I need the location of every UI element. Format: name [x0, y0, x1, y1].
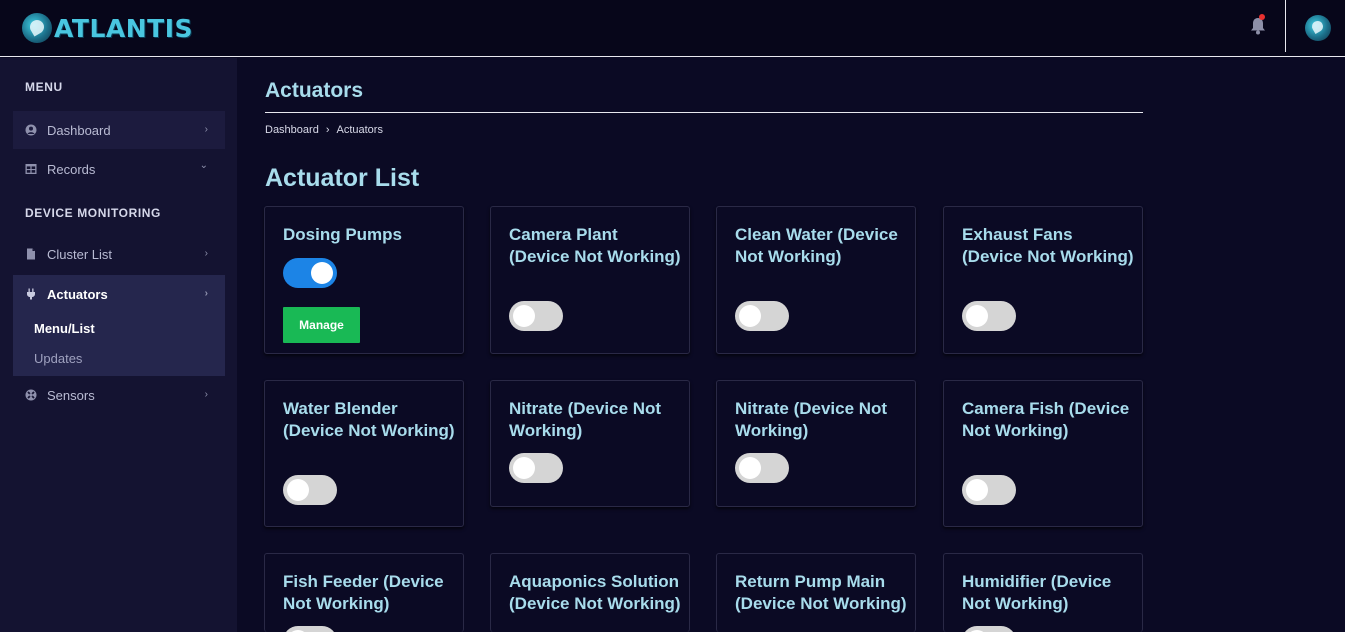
- actuator-title: Camera Fish (Device Not Working): [962, 399, 1130, 440]
- actuator-card-water-blender: Water Blender (Device Not Working): [264, 380, 464, 527]
- actuator-toggle[interactable]: [283, 258, 337, 288]
- actuator-card-humidifier: Humidifier (Device Not Working): [943, 553, 1143, 632]
- actuator-toggle[interactable]: [509, 453, 563, 483]
- sidebar-item-label: Sensors: [47, 387, 95, 403]
- page-title: Actuators: [265, 79, 364, 102]
- actuator-toggle[interactable]: [735, 453, 789, 483]
- sidebar-item-label: Actuators: [47, 286, 108, 302]
- user-avatar[interactable]: [1305, 15, 1331, 41]
- manage-button[interactable]: Manage: [283, 307, 360, 343]
- actuator-card-aquaponics-solution: Aquaponics Solution (Device Not Working): [490, 553, 690, 632]
- notification-dot: [1259, 14, 1265, 20]
- actuator-title: Aquaponics Solution (Device Not Working): [509, 572, 681, 613]
- breadcrumb-link-dashboard[interactable]: Dashboard: [265, 124, 319, 136]
- sidebar-item-label: Records: [47, 161, 96, 177]
- breadcrumb-current: Actuators: [336, 124, 383, 136]
- actuator-card-return-pump-main: Return Pump Main (Device Not Working): [716, 553, 916, 632]
- actuator-title: Nitrate (Device Not Working): [735, 399, 888, 440]
- actuator-toggle[interactable]: [509, 301, 563, 331]
- sensor-icon: [25, 389, 37, 401]
- actuator-title: Water Blender (Device Not Working): [283, 399, 455, 440]
- brand-name: ATLANTIS: [54, 13, 194, 43]
- actuator-toggle[interactable]: [962, 475, 1016, 505]
- chevron-right-icon: ›: [204, 248, 208, 259]
- breadcrumb-separator-icon: ›: [325, 124, 330, 136]
- actuator-card-clean-water: Clean Water (Device Not Working): [716, 206, 916, 354]
- user-circle-icon: [25, 124, 37, 136]
- actuator-card-exhaust-fans: Exhaust Fans (Device Not Working): [943, 206, 1143, 354]
- submenu-item-menu-list[interactable]: Menu/List: [34, 321, 95, 336]
- sidebar-menu-heading: MENU: [25, 80, 63, 94]
- chevron-down-icon: ⌄: [199, 160, 208, 171]
- sidebar-item-cluster-list[interactable]: Cluster List ›: [13, 235, 225, 273]
- actuator-toggle[interactable]: [283, 475, 337, 505]
- sidebar-device-heading: DEVICE MONITORING: [25, 206, 161, 220]
- actuator-toggle[interactable]: [283, 626, 337, 632]
- chevron-right-icon: ›: [204, 288, 208, 299]
- file-icon: [27, 248, 35, 260]
- notification-bell-icon[interactable]: [1250, 17, 1266, 35]
- actuator-title: Exhaust Fans (Device Not Working): [962, 225, 1134, 266]
- sidebar-item-label: Dashboard: [47, 122, 111, 138]
- breadcrumb: Dashboard › Actuators: [265, 124, 383, 136]
- submenu-item-updates[interactable]: Updates: [34, 351, 82, 366]
- actuator-title: Return Pump Main (Device Not Working): [735, 572, 907, 613]
- actuator-title: Clean Water (Device Not Working): [735, 225, 898, 266]
- actuator-title: Dosing Pumps: [283, 225, 403, 244]
- actuator-card-camera-fish: Camera Fish (Device Not Working): [943, 380, 1143, 527]
- actuator-title: Nitrate (Device Not Working): [509, 399, 662, 440]
- sidebar-item-actuators[interactable]: Actuators ›: [13, 275, 225, 313]
- actuator-card-nitrate-2: Nitrate (Device Not Working): [716, 380, 916, 507]
- chevron-right-icon: ›: [204, 389, 208, 400]
- actuator-card-dosing-pumps: Dosing Pumps Manage: [264, 206, 464, 354]
- actuator-card-camera-plant: Camera Plant (Device Not Working): [490, 206, 690, 354]
- actuator-title: Fish Feeder (Device Not Working): [283, 572, 444, 613]
- actuator-toggle[interactable]: [962, 626, 1016, 632]
- chevron-right-icon: ›: [204, 124, 208, 135]
- plug-icon: [27, 288, 35, 300]
- actuator-toggle[interactable]: [735, 301, 789, 331]
- actuator-card-fish-feeder: Fish Feeder (Device Not Working): [264, 553, 464, 632]
- sidebar: MENU Dashboard › Records ⌄ DEVICE MONITO…: [0, 58, 237, 632]
- top-navbar: ATLANTIS: [0, 0, 1345, 57]
- sidebar-item-sensors[interactable]: Sensors ›: [13, 376, 225, 414]
- sidebar-item-label: Cluster List: [47, 246, 113, 262]
- sidebar-item-records[interactable]: Records ⌄: [13, 150, 225, 188]
- section-title: Actuator List: [265, 164, 420, 192]
- actuator-title: Camera Plant (Device Not Working): [509, 225, 681, 266]
- brand-logo[interactable]: ATLANTIS: [22, 12, 193, 44]
- actuators-submenu: Menu/List Updates: [13, 313, 225, 376]
- actuator-toggle[interactable]: [962, 301, 1016, 331]
- logo-icon: [22, 13, 52, 43]
- sidebar-item-dashboard[interactable]: Dashboard ›: [13, 111, 225, 149]
- title-divider: [265, 112, 1143, 113]
- actuator-title: Humidifier (Device Not Working): [962, 572, 1112, 613]
- table-icon: [25, 164, 37, 174]
- navbar-divider: [1285, 0, 1286, 52]
- actuator-card-nitrate: Nitrate (Device Not Working): [490, 380, 690, 507]
